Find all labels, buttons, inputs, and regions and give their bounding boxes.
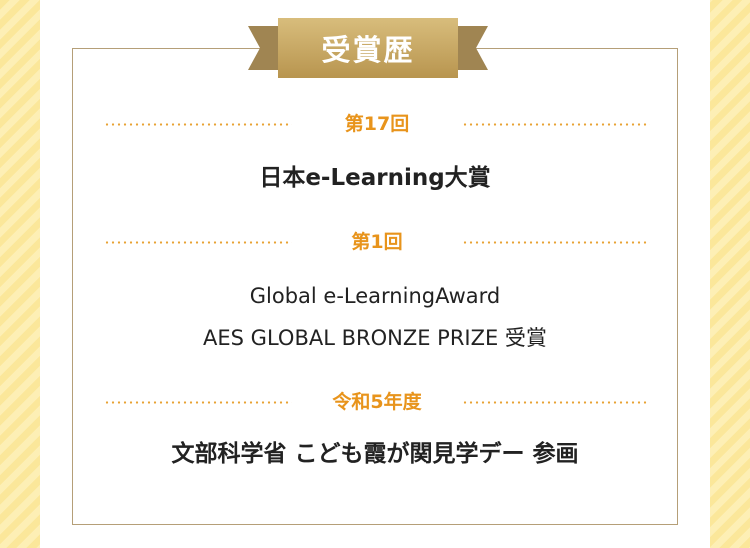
- dotted-divider: [462, 401, 650, 404]
- page-title: 受賞歴: [321, 33, 415, 67]
- title-ribbon: 受賞歴: [248, 18, 488, 82]
- award-name: 文部科学省 こども霞が関見学デー 参画: [171, 441, 579, 467]
- award-name: 日本e-Learning大賞: [259, 165, 491, 191]
- section-header: 第17回: [104, 112, 650, 136]
- dotted-divider: [462, 241, 650, 244]
- section-header: 第1回: [104, 230, 650, 254]
- section-header: 令和5年度: [104, 390, 650, 414]
- dotted-divider: [462, 123, 650, 126]
- award-name: AES GLOBAL BRONZE PRIZE 受賞: [203, 326, 547, 350]
- award-name: Global e-LearningAward: [249, 284, 501, 308]
